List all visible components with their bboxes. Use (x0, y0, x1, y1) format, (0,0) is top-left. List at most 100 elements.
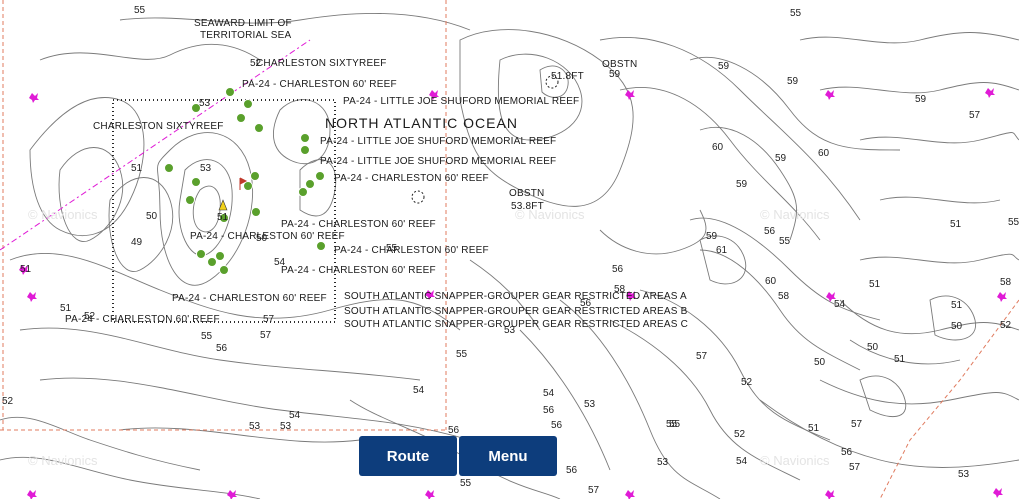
reef-marker-icon (315, 171, 325, 181)
obstruction-label[interactable]: OBSTN (509, 189, 544, 199)
depth-sounding: 54 (274, 257, 286, 268)
menu-button[interactable]: Menu (459, 436, 557, 476)
depth-sounding: 58 (614, 284, 626, 295)
depth-sounding: 56 (612, 264, 624, 275)
depth-sounding: 58 (778, 291, 790, 302)
depth-sounding: 53 (504, 325, 516, 336)
reef-marker-icon (225, 87, 235, 97)
depth-sounding: 56 (841, 447, 853, 458)
depth-sounding: 50 (867, 342, 879, 353)
depth-sounding: 51 (20, 264, 32, 275)
reef-marker-icon (316, 241, 326, 251)
depth-sounding: 49 (131, 237, 143, 248)
reef-marker-icon (215, 251, 225, 261)
depth-sounding: 54 (736, 456, 748, 467)
depth-sounding: 53 (200, 163, 212, 174)
depth-sounding: 56 (216, 343, 228, 354)
watermark: © Navionics (28, 207, 98, 222)
depth-sounding: 60 (818, 148, 830, 159)
depth-sounding: 53 (199, 98, 211, 109)
depth-sounding: 50 (146, 211, 158, 222)
reef-marker-icon (164, 163, 174, 173)
right-boundary-line (879, 299, 1019, 499)
depth-sounding: 57 (588, 485, 600, 496)
depth-sounding: 59 (609, 69, 621, 80)
danger-marker-icon (27, 292, 37, 302)
reef-marker-icon (219, 265, 229, 275)
depth-sounding: 60 (765, 276, 777, 287)
reef-marker-icon (196, 249, 206, 259)
depth-sounding: 56 (764, 226, 776, 237)
depth-sounding: 59 (706, 231, 718, 242)
depth-sounding: 57 (696, 351, 708, 362)
seaward-limit-label: SEAWARD LIMIT OF (194, 18, 292, 29)
depth-sounding: 55 (460, 478, 472, 489)
danger-marker-icon (425, 490, 435, 499)
depth-sounding: 51 (951, 300, 963, 311)
chart-map[interactable] (0, 0, 1019, 499)
depth-sounding: 51 (217, 212, 229, 223)
depth-sounding: 51 (869, 279, 881, 290)
reef-label[interactable]: PA-24 - LITTLE JOE SHUFORD MEMORIAL REEF (320, 137, 556, 147)
reef-marker-icon (243, 99, 253, 109)
obstruction-circle-icon (411, 190, 425, 204)
depth-sounding: 52 (741, 377, 753, 388)
depth-sounding: 55 (386, 243, 398, 254)
depth-sounding: 61 (716, 245, 728, 256)
depth-sounding: 57 (969, 110, 981, 121)
reef-label[interactable]: CHARLESTON SIXTYREEF (256, 59, 387, 69)
watermark: © Navionics (28, 453, 98, 468)
danger-marker-icon (993, 488, 1003, 498)
restricted-area-label[interactable]: SOUTH ATLANTIC SNAPPER-GROUPER GEAR REST… (344, 320, 688, 330)
depth-sounding: 60 (712, 142, 724, 153)
watermark: © Navionics (760, 207, 830, 222)
danger-marker-icon (985, 88, 995, 98)
reef-label[interactable]: CHARLESTON SIXTYREEF (93, 122, 224, 132)
reef-label[interactable]: PA-24 - LITTLE JOE SHUFORD MEMORIAL REEF (320, 157, 556, 167)
reef-marker-icon (243, 181, 253, 191)
reef-label[interactable]: PA-24 - CHARLESTON 60' REEF (172, 294, 327, 304)
depth-sounding: 52 (734, 429, 746, 440)
reef-label[interactable]: PA-24 - CHARLESTON 60' REEF (281, 266, 436, 276)
depth-sounding: 54 (413, 385, 425, 396)
depth-sounding: 53 (584, 399, 596, 410)
depth-sounding: 54 (289, 410, 301, 421)
reef-label[interactable]: PA-24 - CHARLESTON 60' REEF (334, 174, 489, 184)
reef-label[interactable]: PA-24 - CHARLESTON 60' REEF (242, 80, 397, 90)
route-button[interactable]: Route (359, 436, 457, 476)
restricted-area-label[interactable]: SOUTH ATLANTIC SNAPPER-GROUPER GEAR REST… (344, 292, 687, 302)
depth-sounding: 50 (256, 233, 268, 244)
watermark: © Navionics (760, 453, 830, 468)
depth-sounding: 55 (779, 236, 791, 247)
reef-label[interactable]: PA-24 - CHARLESTON 60' REEF (334, 246, 489, 256)
depth-sounding: 59 (775, 153, 787, 164)
danger-marker-icon (625, 490, 635, 499)
restricted-area-label[interactable]: SOUTH ATLANTIC SNAPPER-GROUPER GEAR REST… (344, 307, 687, 317)
reef-label[interactable]: PA-24 - CHARLESTON 60' REEF (190, 232, 345, 242)
danger-marker-icon (625, 90, 635, 100)
seaward-limit-label: TERRITORIAL SEA (200, 30, 292, 41)
depth-sounding: 52 (84, 311, 96, 322)
depth-sounding: 53 (249, 421, 261, 432)
reef-marker-icon (300, 145, 310, 155)
depth-sounding: 55 (456, 349, 468, 360)
reef-marker-icon (185, 195, 195, 205)
reef-marker-icon (236, 113, 246, 123)
reef-marker-icon (251, 207, 261, 217)
depth-sounding: 56 (551, 420, 563, 431)
depth-sounding: 51 (894, 354, 906, 365)
depth-sounding: 57 (849, 462, 861, 473)
depth-sounding: 55 (201, 331, 213, 342)
danger-marker-icon (825, 490, 835, 499)
depth-sounding: 55 (1008, 217, 1019, 228)
reef-label[interactable]: PA-24 - CHARLESTON 60' REEF (281, 220, 436, 230)
depth-sounding: 57 (263, 314, 275, 325)
depth-sounding: 53 (657, 457, 669, 468)
reef-label[interactable]: PA-24 - LITTLE JOE SHUFORD MEMORIAL REEF (343, 97, 579, 107)
depth-sounding: 59 (787, 76, 799, 87)
depth-sounding: 58 (1000, 277, 1012, 288)
depth-sounding: 52 (1000, 320, 1012, 331)
depth-sounding: 51 (808, 423, 820, 434)
depth-sounding: 56 (543, 405, 555, 416)
depth-sounding: 52 (2, 396, 14, 407)
